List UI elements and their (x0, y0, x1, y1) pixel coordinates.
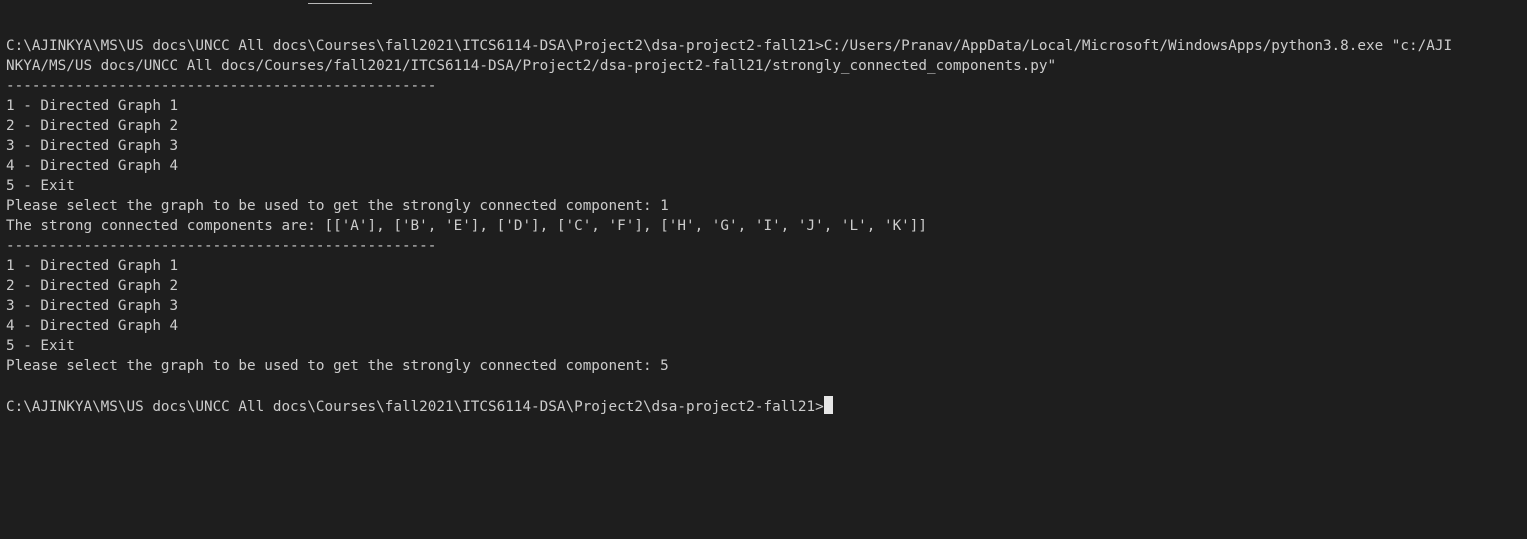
menu-item: 1 - Directed Graph 1 (6, 258, 179, 274)
menu-item: 2 - Directed Graph 2 (6, 118, 179, 134)
separator-line: ----------------------------------------… (6, 78, 437, 94)
selection-prompt: Please select the graph to be used to ge… (6, 358, 669, 374)
separator-line: ----------------------------------------… (6, 238, 437, 254)
menu-item: 5 - Exit (6, 338, 75, 354)
active-tab-indicator (308, 0, 372, 4)
result-output: The strong connected components are: [['… (6, 218, 927, 234)
menu-item: 2 - Directed Graph 2 (6, 278, 179, 294)
menu-item: 3 - Directed Graph 3 (6, 138, 179, 154)
menu-item: 1 - Directed Graph 1 (6, 98, 179, 114)
menu-item: 3 - Directed Graph 3 (6, 298, 179, 314)
menu-item: 4 - Directed Graph 4 (6, 158, 179, 174)
command-line-continuation: NKYA/MS/US docs/UNCC All docs/Courses/fa… (6, 58, 1057, 74)
terminal-panel[interactable]: C:\AJINKYA\MS\US docs\UNCC All docs\Cour… (0, 0, 1527, 539)
shell-prompt-line[interactable]: C:\AJINKYA\MS\US docs\UNCC All docs\Cour… (6, 396, 1527, 416)
shell-prompt: C:\AJINKYA\MS\US docs\UNCC All docs\Cour… (6, 399, 824, 415)
menu-item: 5 - Exit (6, 178, 75, 194)
text-cursor (823, 396, 833, 414)
command-line: C:\AJINKYA\MS\US docs\UNCC All docs\Cour… (6, 38, 1453, 54)
menu-item: 4 - Directed Graph 4 (6, 318, 179, 334)
selection-prompt: Please select the graph to be used to ge… (6, 198, 669, 214)
